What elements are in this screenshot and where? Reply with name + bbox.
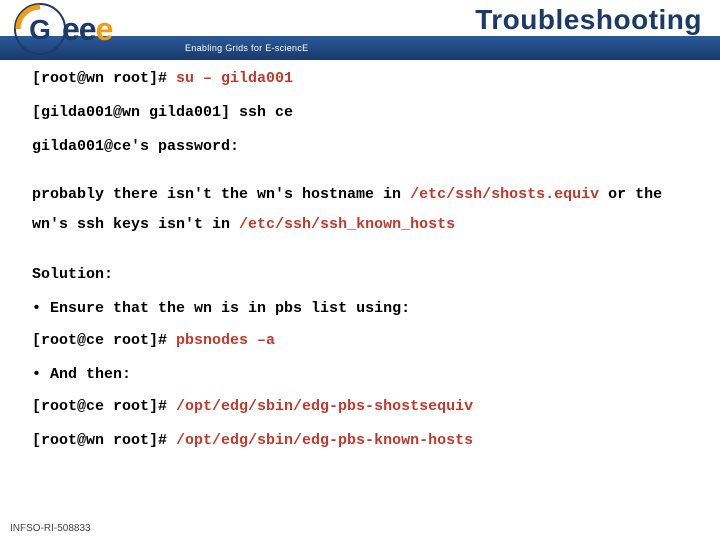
prompt-text: [root@wn root]# <box>32 70 176 87</box>
command-text: /opt/edg/sbin/edg-pbs-shostsequiv <box>176 398 473 415</box>
logo-text: eee <box>62 11 112 48</box>
explanation-text: probably there isn't the wn's hostname i… <box>32 180 696 240</box>
logo-char: e <box>79 11 96 47</box>
terminal-line: [root@ce root]# pbsnodes –a <box>32 326 696 356</box>
egee-logo: G eee <box>14 2 184 56</box>
command-text: /opt/edg/sbin/edg-pbs-known-hosts <box>176 432 473 449</box>
bullet-list: Ensure that the wn is in pbs list using: <box>32 294 696 324</box>
path-text: /etc/ssh/ssh_known_hosts <box>239 216 455 233</box>
prompt-text: [root@ce root]# <box>32 398 176 415</box>
bullet-item: Ensure that the wn is in pbs list using: <box>32 294 696 324</box>
slide-title: Troubleshooting <box>475 4 702 36</box>
command-text: pbsnodes –a <box>176 332 275 349</box>
terminal-line: [root@wn root]# /opt/edg/sbin/edg-pbs-kn… <box>32 426 696 456</box>
logo-circle-icon: G <box>14 3 66 55</box>
bullet-item: And then: <box>32 360 696 390</box>
text-fragment: probably there isn't the wn's hostname i… <box>32 186 410 203</box>
prompt-text: [root@wn root]# <box>32 432 176 449</box>
terminal-line: gilda001@ce's password: <box>32 132 696 162</box>
terminal-line: [gilda001@wn gilda001] ssh ce <box>32 98 696 128</box>
logo-char: e <box>96 11 113 47</box>
prompt-text: [root@ce root]# <box>32 332 176 349</box>
terminal-line: [root@ce root]# /opt/edg/sbin/edg-pbs-sh… <box>32 392 696 422</box>
slide-body: [root@wn root]# su – gilda001 [gilda001@… <box>32 64 696 460</box>
solution-heading: Solution: <box>32 260 696 290</box>
footer-id: INFSO-RI-508833 <box>10 523 91 534</box>
slide-header: G eee Troubleshooting Enabling Grids for… <box>0 0 720 60</box>
command-text: su – gilda001 <box>176 70 293 87</box>
path-text: /etc/ssh/shosts.equiv <box>410 186 599 203</box>
svg-text:G: G <box>29 14 51 45</box>
bullet-list: And then: <box>32 360 696 390</box>
header-subtitle: Enabling Grids for E-sciencE <box>185 43 308 53</box>
terminal-line: [root@wn root]# su – gilda001 <box>32 64 696 94</box>
